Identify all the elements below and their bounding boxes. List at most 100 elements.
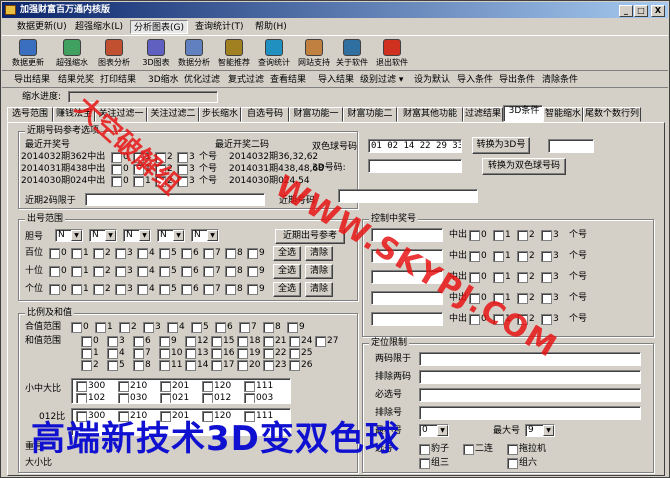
digit-checkbox[interactable]: 1 xyxy=(71,248,89,259)
gall-select[interactable]: N ▼ xyxy=(123,229,151,242)
control-number-input[interactable] xyxy=(371,228,443,242)
control-hit-checkbox[interactable]: 0 xyxy=(469,272,487,283)
two-color-input[interactable]: 01 02 14 22 29 33 xyxy=(368,139,462,153)
sum-checkbox[interactable]: 12 xyxy=(185,336,208,347)
tab-9[interactable]: 过滤结果 xyxy=(463,107,503,122)
sum-checkbox[interactable]: 24 xyxy=(289,336,312,347)
control-hit-checkbox[interactable]: 2 xyxy=(517,272,535,283)
sum-checkbox[interactable]: 19 xyxy=(237,348,260,359)
tab-6[interactable]: 财富功能一 xyxy=(289,107,343,122)
digit-checkbox[interactable]: 1 xyxy=(71,284,89,295)
digit-checkbox[interactable]: 0 xyxy=(49,284,67,295)
digit-checkbox[interactable]: 4 xyxy=(137,248,155,259)
sum-checkbox[interactable]: 11 xyxy=(159,360,182,371)
digit-checkbox[interactable]: 6 xyxy=(181,284,199,295)
digit-checkbox[interactable]: 4 xyxy=(137,284,155,295)
digit-checkbox[interactable]: 7 xyxy=(203,248,221,259)
recent-hit-checkbox[interactable]: 1 xyxy=(133,164,151,175)
toolbar-globe-button[interactable]: 查询统计 xyxy=(254,38,294,70)
control-number-input[interactable] xyxy=(371,249,443,263)
big-small-checkbox[interactable]: 102 xyxy=(76,393,105,403)
menu-query-stats[interactable]: 查询统计(T) xyxy=(192,20,247,34)
control-hit-checkbox[interactable]: 1 xyxy=(493,272,511,283)
recent-hit-checkbox[interactable]: 1 xyxy=(133,152,151,163)
odd-even-checkbox[interactable]: 111 xyxy=(244,411,273,422)
clear-button[interactable]: 清除 xyxy=(305,264,333,279)
sum-checkbox[interactable]: 5 xyxy=(107,360,125,371)
digit-checkbox[interactable]: 6 xyxy=(181,248,199,259)
recent-hit-checkbox[interactable]: 0 xyxy=(111,164,129,175)
toolbar-3d-chart-button[interactable]: 3D图表 xyxy=(136,38,176,70)
convert-to-3d-button[interactable]: 转换为3D号 xyxy=(472,137,530,154)
sum-checkbox[interactable]: 7 xyxy=(133,348,151,359)
sum-checkbox[interactable]: 14 xyxy=(185,360,208,371)
convert-to-two-color-button[interactable]: 转换为双色球号码 xyxy=(482,158,566,175)
level-filter-dropdown[interactable]: 级别过滤 ▾ xyxy=(360,73,403,87)
control-number-input[interactable] xyxy=(371,291,443,305)
digit-checkbox[interactable]: 9 xyxy=(247,284,265,295)
shape-group6-checkbox[interactable]: 组六 xyxy=(507,458,537,469)
recent-hit-checkbox[interactable]: 0 xyxy=(111,176,129,187)
control-hit-checkbox[interactable]: 2 xyxy=(517,230,535,241)
optimize-filter-button[interactable]: 优化过滤 xyxy=(184,73,220,87)
big-small-checkbox[interactable]: 021 xyxy=(160,393,189,403)
digit-checkbox[interactable]: 2 xyxy=(93,248,111,259)
big-small-checkbox[interactable]: 003 xyxy=(244,393,273,403)
odd-even-checkbox[interactable]: 120 xyxy=(202,411,231,422)
import-conditions-button[interactable]: 导入条件 xyxy=(457,73,493,87)
sum-checkbox[interactable]: 6 xyxy=(133,336,151,347)
he-checkbox[interactable]: 1 xyxy=(95,322,113,333)
control-hit-checkbox[interactable]: 2 xyxy=(517,251,535,262)
recent-hit-checkbox[interactable]: 3 xyxy=(177,164,195,175)
sum-checkbox[interactable]: 8 xyxy=(133,360,151,371)
toolbar-house-button[interactable]: 网站支持 xyxy=(294,38,334,70)
control-hit-checkbox[interactable]: 1 xyxy=(493,293,511,304)
must-select-input[interactable] xyxy=(419,388,641,402)
print-results-button[interactable]: 打印结果 xyxy=(100,73,136,87)
tab-11[interactable]: 智能缩水 xyxy=(543,107,583,122)
digit-checkbox[interactable]: 3 xyxy=(115,248,133,259)
control-hit-checkbox[interactable]: 0 xyxy=(469,230,487,241)
he-checkbox[interactable]: 2 xyxy=(119,322,137,333)
digit-checkbox[interactable]: 4 xyxy=(137,266,155,277)
menu-analysis-chart[interactable]: 分析图表(G) xyxy=(130,20,188,34)
control-hit-checkbox[interactable]: 3 xyxy=(541,272,559,283)
big-small-checkbox[interactable]: 012 xyxy=(202,393,231,403)
tab-3[interactable]: 关注过滤二 xyxy=(147,107,199,122)
tab-7[interactable]: 财富功能二 xyxy=(343,107,397,122)
big-small-checkbox[interactable]: 030 xyxy=(118,393,147,403)
sum-checkbox[interactable]: 3 xyxy=(107,336,125,347)
tab-2[interactable]: 关注过滤一 xyxy=(95,107,147,122)
control-hit-checkbox[interactable]: 3 xyxy=(541,293,559,304)
recent-hit-checkbox[interactable]: 2 xyxy=(155,164,173,175)
digit-checkbox[interactable]: 7 xyxy=(203,284,221,295)
he-checkbox[interactable]: 5 xyxy=(191,322,209,333)
recent-hit-checkbox[interactable]: 3 xyxy=(177,176,195,187)
clear-button[interactable]: 清除 xyxy=(305,246,333,261)
shape-leopard-checkbox[interactable]: 豹子 xyxy=(419,444,449,455)
control-hit-checkbox[interactable]: 3 xyxy=(541,230,559,241)
sum-checkbox[interactable]: 2 xyxy=(81,360,99,371)
gall-select[interactable]: N ▼ xyxy=(157,229,185,242)
control-hit-checkbox[interactable]: 3 xyxy=(541,314,559,325)
recent-reference-button[interactable]: 近期出号参考 xyxy=(275,229,345,244)
close-button[interactable]: X xyxy=(651,5,665,17)
control-hit-checkbox[interactable]: 1 xyxy=(493,251,511,262)
big-small-checkbox[interactable]: 300 xyxy=(76,381,105,392)
control-hit-checkbox[interactable]: 3 xyxy=(541,251,559,262)
big-small-checkbox[interactable]: 120 xyxy=(202,381,231,392)
digit-checkbox[interactable]: 6 xyxy=(181,266,199,277)
digit-checkbox[interactable]: 0 xyxy=(49,248,67,259)
big-small-checkbox[interactable]: 201 xyxy=(160,381,189,392)
digit-checkbox[interactable]: 2 xyxy=(93,284,111,295)
menu-data-update[interactable]: 数据更新(U) xyxy=(14,20,70,34)
sum-checkbox[interactable]: 20 xyxy=(237,360,260,371)
excl-two-input[interactable] xyxy=(419,370,641,384)
sum-checkbox[interactable]: 22 xyxy=(263,348,286,359)
clear-conditions-button[interactable]: 清除条件 xyxy=(542,73,578,87)
recent-hit-checkbox[interactable]: 2 xyxy=(155,176,173,187)
sum-checkbox[interactable]: 4 xyxy=(107,348,125,359)
shape-tractor-checkbox[interactable]: 拖拉机 xyxy=(507,444,546,455)
odd-even-checkbox[interactable]: 210 xyxy=(118,411,147,422)
big-small-checkbox[interactable]: 210 xyxy=(118,381,147,392)
